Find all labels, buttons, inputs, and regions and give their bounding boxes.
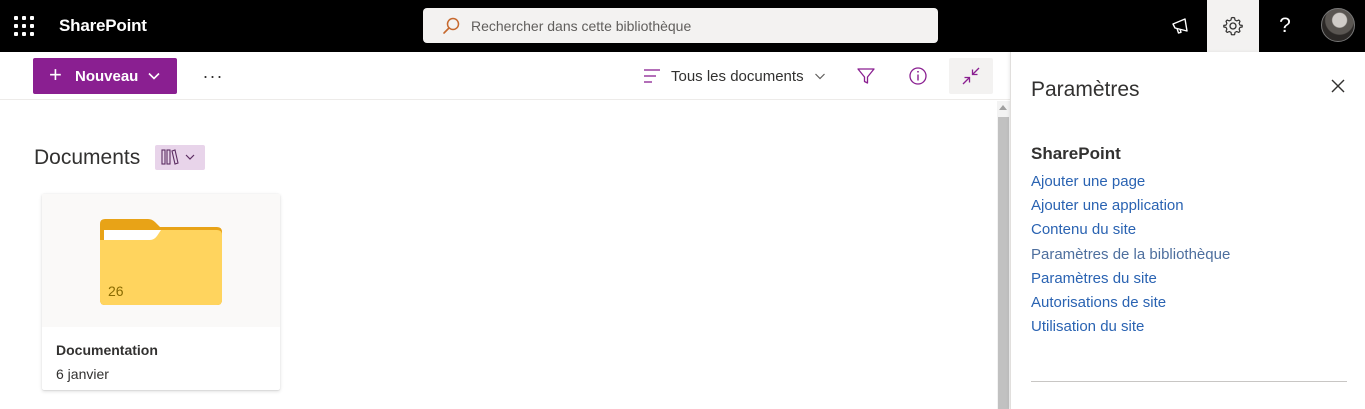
library-books-icon xyxy=(161,149,195,165)
help-button[interactable]: ? xyxy=(1259,0,1311,52)
megaphone-icon xyxy=(1172,18,1188,34)
settings-pane-title: Paramètres xyxy=(1031,78,1140,101)
new-button[interactable]: + Nouveau xyxy=(33,58,177,94)
info-button[interactable] xyxy=(905,62,931,90)
app-brand[interactable]: SharePoint xyxy=(59,16,147,36)
more-options-button[interactable]: ··· xyxy=(198,60,228,92)
search-box[interactable]: Rechercher dans cette bibliothèque xyxy=(423,8,938,43)
suite-bar: SharePoint Rechercher dans cette bibliot… xyxy=(0,0,1365,52)
search-icon xyxy=(443,17,460,34)
scroll-up-arrow[interactable] xyxy=(999,105,1007,110)
library-content: Documents 26 Documentation 6 janvier xyxy=(0,101,997,409)
divider xyxy=(1031,381,1347,382)
collapse-icon xyxy=(962,67,980,85)
library-switch-button[interactable] xyxy=(155,145,205,170)
view-label: Tous les documents xyxy=(671,67,804,85)
close-icon xyxy=(1331,79,1345,93)
filter-button[interactable] xyxy=(853,62,879,90)
avatar[interactable] xyxy=(1321,8,1355,42)
settings-section-heading: SharePoint xyxy=(1031,144,1121,163)
library-title: Documents xyxy=(34,146,141,169)
help-icon: ? xyxy=(1279,14,1291,37)
folder-card[interactable]: 26 Documentation 6 janvier xyxy=(42,194,280,390)
scroll-thumb[interactable] xyxy=(998,117,1009,409)
view-selector[interactable]: Tous les documents xyxy=(643,64,826,88)
chevron-down-icon xyxy=(814,73,825,80)
filter-icon xyxy=(857,68,875,84)
new-button-label: Nouveau xyxy=(75,68,139,85)
plus-icon: + xyxy=(49,62,62,87)
waffle-icon[interactable] xyxy=(14,16,34,36)
folder-date: 6 janvier xyxy=(56,366,109,382)
link-library-settings[interactable]: Paramètres de la bibliothèque xyxy=(1025,246,1237,270)
folder-item-count: 26 xyxy=(108,283,124,299)
info-icon xyxy=(909,67,927,85)
settings-button[interactable] xyxy=(1207,0,1259,52)
link-add-page[interactable]: Ajouter une page xyxy=(1031,173,1230,197)
link-site-settings[interactable]: Paramètres du site xyxy=(1031,270,1230,294)
content-scrollbar[interactable] xyxy=(997,101,1010,409)
search-placeholder: Rechercher dans cette bibliothèque xyxy=(471,18,692,34)
chevron-down-icon xyxy=(148,72,160,80)
link-site-usage[interactable]: Utilisation du site xyxy=(1031,318,1230,342)
link-site-contents[interactable]: Contenu du site xyxy=(1031,221,1230,245)
settings-pane: Paramètres SharePoint Ajouter une page A… xyxy=(1010,52,1365,409)
settings-links: Ajouter une page Ajouter une application… xyxy=(1025,173,1237,342)
feedback-button[interactable] xyxy=(1155,0,1207,52)
folder-name[interactable]: Documentation xyxy=(56,342,158,358)
command-bar: + Nouveau ··· Tous les documents xyxy=(0,52,1010,100)
close-button[interactable] xyxy=(1326,74,1350,98)
view-list-icon xyxy=(644,69,660,83)
gear-icon xyxy=(1223,16,1243,36)
link-site-permissions[interactable]: Autorisations de site xyxy=(1031,294,1230,318)
collapse-button[interactable] xyxy=(949,58,993,94)
folder-thumbnail: 26 xyxy=(42,194,280,327)
link-add-app[interactable]: Ajouter une application xyxy=(1031,197,1230,221)
